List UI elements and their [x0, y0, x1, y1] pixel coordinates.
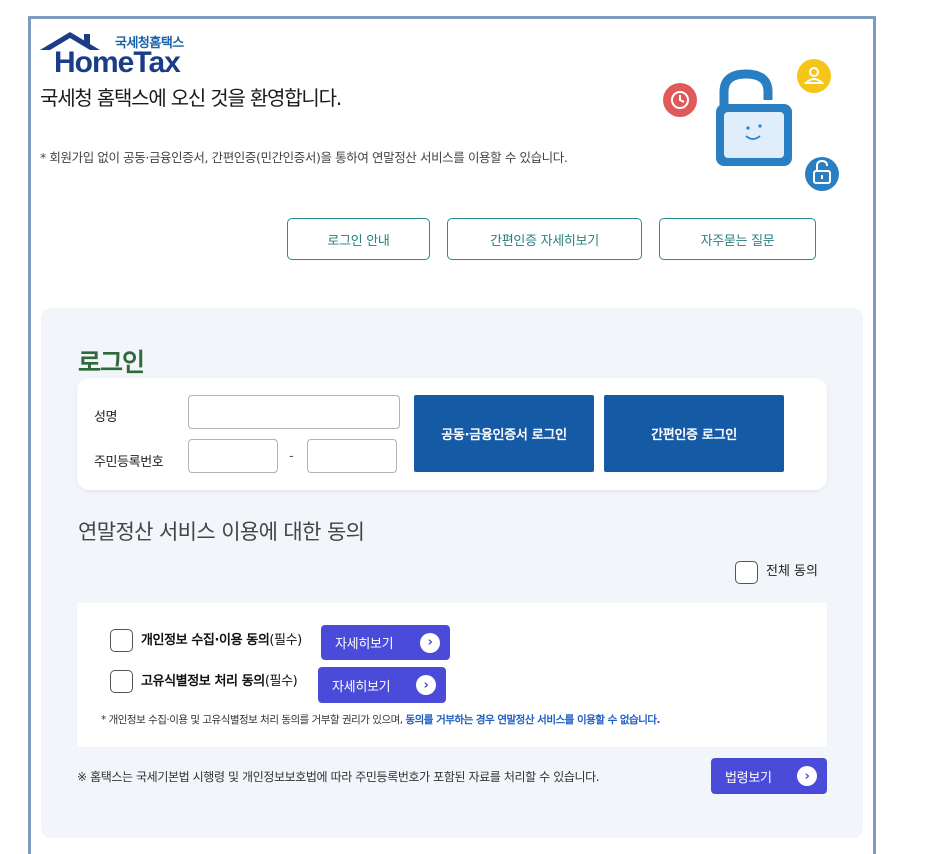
- chevron-right-icon: ›: [420, 632, 440, 653]
- security-illustration: [663, 59, 839, 191]
- consent-refusal-note: * 개인정보 수집·이용 및 고유식별정보 처리 동의를 거부할 권리가 있으며…: [101, 712, 661, 727]
- required-mark: (필수): [269, 633, 302, 648]
- rrn-back-input[interactable]: [307, 439, 397, 473]
- faq-button[interactable]: 자주묻는 질문: [659, 218, 816, 260]
- law-view-button[interactable]: 법령보기 ›: [711, 758, 827, 794]
- simple-auth-login-button[interactable]: 간편인증 로그인: [604, 395, 784, 472]
- hometax-logo[interactable]: 국세청홈택스 HomeTax: [40, 28, 210, 79]
- login-title: 로그인: [78, 348, 145, 377]
- name-label: 성명: [94, 410, 118, 425]
- unique-id-consent-checkbox[interactable]: [110, 670, 133, 693]
- rrn-separator: -: [289, 449, 294, 464]
- logo-title: HomeTax: [54, 46, 181, 79]
- agree-all-checkbox[interactable]: [735, 561, 758, 584]
- user-icon: [797, 59, 831, 93]
- law-view-label: 법령보기: [725, 770, 772, 786]
- unique-id-detail-button[interactable]: 자세히보기 ›: [318, 667, 446, 703]
- unique-id-detail-label: 자세히보기: [332, 679, 391, 695]
- privacy-consent-checkbox[interactable]: [110, 629, 133, 652]
- chevron-right-icon: ›: [797, 766, 817, 786]
- welcome-heading: 국세청 홈택스에 오신 것을 환영합니다.: [40, 86, 342, 110]
- note-text: * 개인정보 수집·이용 및 고유식별정보 처리 동의를 거부할 권리가 있으며…: [101, 714, 406, 726]
- rrn-front-input[interactable]: [188, 439, 278, 473]
- privacy-detail-button[interactable]: 자세히보기 ›: [321, 625, 450, 660]
- note-highlight: 동의를 거부하는 경우 연말정산 서비스를 이용할 수 없습니다.: [405, 714, 661, 726]
- rrn-label: 주민등록번호: [94, 455, 164, 470]
- chevron-right-icon: ›: [416, 675, 436, 695]
- agree-all-label: 전체 동의: [766, 564, 818, 579]
- login-guide-button[interactable]: 로그인 안내: [287, 218, 430, 260]
- privacy-detail-label: 자세히보기: [335, 637, 394, 652]
- privacy-consent-text: 개인정보 수집·이용 동의: [141, 633, 270, 648]
- unique-id-consent-label: 고유식별정보 처리 동의(필수): [141, 670, 298, 689]
- name-input[interactable]: [188, 395, 400, 429]
- legal-basis-note: ※ 홈택스는 국세기본법 시행령 및 개인정보보호법에 따라 주민등록번호가 포…: [77, 770, 600, 784]
- simple-auth-detail-button[interactable]: 간편인증 자세히보기: [447, 218, 642, 260]
- unlock-icon: [805, 157, 839, 191]
- cert-login-button[interactable]: 공동·금융인증서 로그인: [414, 395, 594, 472]
- consent-title: 연말정산 서비스 이용에 대한 동의: [78, 520, 365, 544]
- privacy-consent-label: 개인정보 수집·이용 동의(필수): [141, 629, 302, 648]
- unique-id-consent-text: 고유식별정보 처리 동의: [141, 674, 265, 689]
- clock-icon: [663, 83, 697, 117]
- required-mark: (필수): [264, 674, 298, 689]
- service-notice: * 회원가입 없이 공동·금융인증서, 간편인증(민간인증서)을 통하여 연말정…: [40, 150, 568, 165]
- padlock-icon: [716, 69, 792, 166]
